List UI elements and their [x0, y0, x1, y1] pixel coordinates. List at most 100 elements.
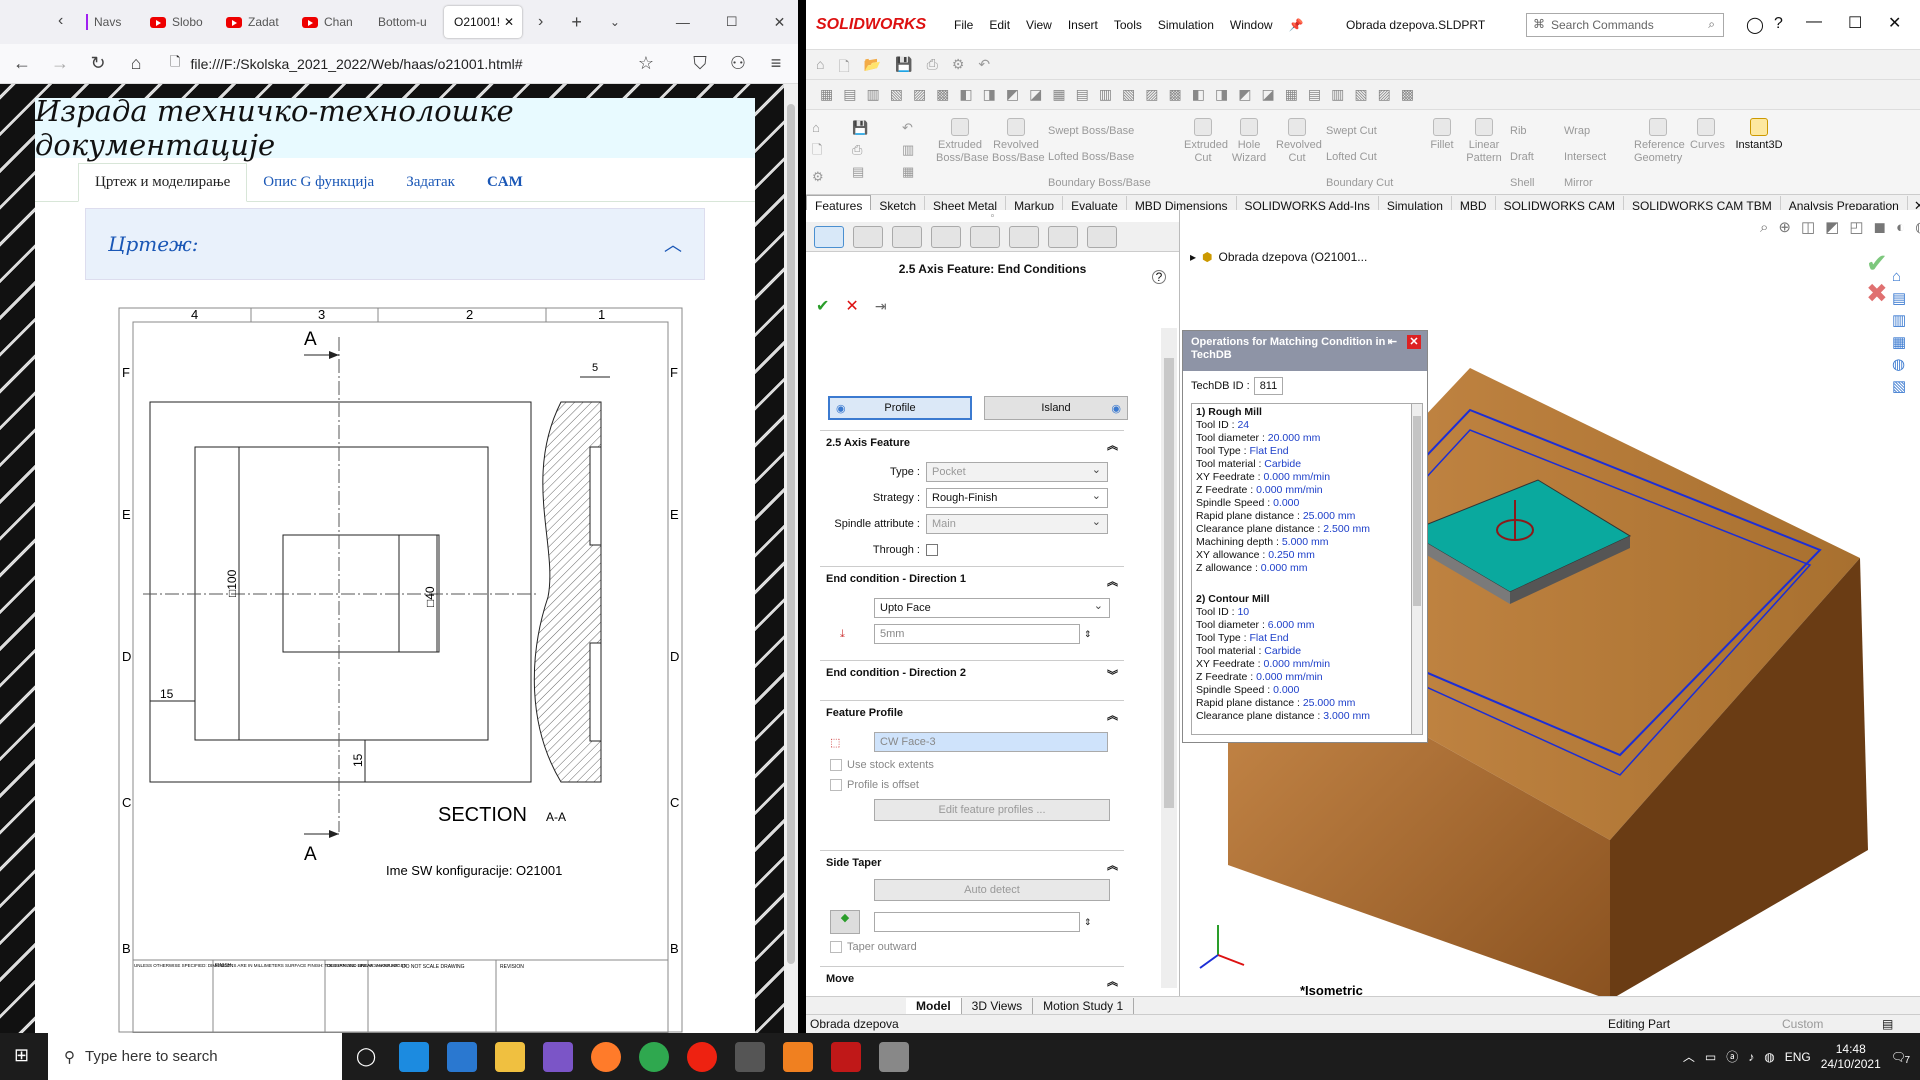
- curves-button[interactable]: Curves: [1686, 118, 1726, 194]
- scrollbar-thumb[interactable]: [1164, 358, 1174, 808]
- rib-button[interactable]: Rib: [1506, 118, 1560, 144]
- cmd-small-icon[interactable]: 🗋: [812, 141, 852, 163]
- cam-feature-manager-icon[interactable]: [814, 226, 844, 248]
- taper-outward-checkbox[interactable]: [830, 941, 842, 953]
- section-header[interactable]: End condition - Direction 1 ︽: [820, 567, 1124, 595]
- cam-tool-icon[interactable]: ▨: [913, 86, 926, 103]
- linear-pattern-button[interactable]: Linear Pattern: [1462, 118, 1506, 194]
- close-icon[interactable]: ✕: [1407, 335, 1421, 349]
- chrome-icon[interactable]: [639, 1041, 670, 1072]
- custom-properties-icon[interactable]: ▧: [1892, 377, 1916, 395]
- collapse-icon[interactable]: ︽: [1107, 573, 1118, 589]
- use-stock-checkbox[interactable]: [830, 759, 842, 771]
- cmd-small-icon[interactable]: ⎙: [852, 142, 902, 158]
- help-icon[interactable]: ?: [1774, 15, 1783, 33]
- display-style-icon[interactable]: ◼: [1874, 218, 1886, 236]
- forward-icon[interactable]: →: [50, 53, 70, 74]
- cmd-small-icon[interactable]: ⚙: [812, 169, 852, 185]
- cam-tool-icon[interactable]: ◧: [959, 86, 972, 103]
- swept-boss-button[interactable]: Swept Boss/Base: [1044, 118, 1180, 144]
- opera-icon[interactable]: [687, 1041, 718, 1072]
- hole-wizard-button[interactable]: Hole Wizard: [1226, 118, 1272, 194]
- instant3d-button[interactable]: Instant3D: [1726, 118, 1792, 194]
- depth-input[interactable]: 5mm: [874, 624, 1080, 644]
- browser-tab-active[interactable]: O21001! ✕: [444, 6, 522, 38]
- extruded-boss-button[interactable]: Extruded Boss/Base: [932, 118, 989, 194]
- maximize-icon[interactable]: ☐: [1848, 13, 1862, 33]
- viber-icon[interactable]: [543, 1041, 574, 1072]
- ime-icon[interactable]: ⓐ: [1726, 1048, 1738, 1065]
- minimize-icon[interactable]: —: [1806, 13, 1822, 31]
- sublime-icon[interactable]: [783, 1041, 814, 1072]
- tab-3d-views[interactable]: 3D Views: [962, 997, 1034, 1014]
- sw-resources-icon[interactable]: ⌂: [1892, 268, 1916, 285]
- media-player-icon[interactable]: [735, 1041, 766, 1072]
- task-view-icon[interactable]: ◯: [356, 1046, 376, 1067]
- browser-tab-slobo[interactable]: Slobo: [140, 6, 214, 38]
- edge-icon[interactable]: [399, 1041, 430, 1072]
- through-checkbox[interactable]: [926, 544, 938, 556]
- lofted-boss-button[interactable]: Lofted Boss/Base: [1044, 144, 1180, 170]
- firefox-icon[interactable]: [591, 1041, 622, 1072]
- property-manager-icon[interactable]: [892, 226, 922, 248]
- url-bar[interactable]: 🗋 file:///F:/Skolska_2021_2022/Web/haas/o…: [164, 48, 618, 80]
- tab-motion-study[interactable]: Motion Study 1: [1033, 997, 1135, 1014]
- zoom-fit-icon[interactable]: ⌕: [1760, 219, 1768, 236]
- expand-arrow-icon[interactable]: ▸: [1190, 250, 1196, 264]
- volume-icon[interactable]: ♪: [1748, 1050, 1754, 1064]
- cmd-small-icon[interactable]: ⌂: [812, 120, 852, 135]
- techdb-operations-list[interactable]: 1) Rough Mill Tool ID : 24 Tool diameter :…: [1191, 403, 1413, 735]
- cam-tool-icon[interactable]: ▩: [1169, 86, 1182, 103]
- collapse-icon[interactable]: ︽: [1107, 973, 1118, 989]
- windows-start-icon[interactable]: ⊞: [14, 1045, 29, 1066]
- status-options-icon[interactable]: ▤: [1882, 1017, 1893, 1031]
- cam-tool-icon[interactable]: ◩: [1238, 86, 1251, 103]
- options-gear-icon[interactable]: ⚙: [952, 56, 965, 80]
- cam-tool-icon[interactable]: ◪: [1029, 86, 1042, 103]
- back-icon[interactable]: ←: [12, 53, 32, 74]
- cam-tool-icon[interactable]: ◨: [1215, 86, 1228, 103]
- cam-tool-icon[interactable]: ▤: [1076, 86, 1089, 103]
- island-button[interactable]: Island ◉: [984, 396, 1128, 420]
- section-header[interactable]: End condition - Direction 2 ︾: [820, 661, 1124, 689]
- bookmark-star-icon[interactable]: ☆: [636, 53, 656, 74]
- new-file-icon[interactable]: 🗋: [838, 56, 849, 80]
- cam-tool-icon[interactable]: ▨: [1145, 86, 1158, 103]
- spinner-icon[interactable]: ⇕: [1084, 917, 1092, 928]
- close-icon[interactable]: ✕: [504, 15, 514, 29]
- pin-icon[interactable]: ⇤: [1388, 336, 1397, 349]
- cam-tool-icon[interactable]: ▥: [1331, 86, 1344, 103]
- view-palette-icon[interactable]: ▦: [1892, 333, 1916, 351]
- end-condition-select[interactable]: Upto Face: [874, 598, 1110, 618]
- draft-button[interactable]: Draft: [1506, 144, 1560, 170]
- drawing-accordion[interactable]: Цртеж: ︿: [85, 208, 705, 280]
- cam-tool-icon[interactable]: ▥: [1099, 86, 1112, 103]
- cmd-small-icon[interactable]: ▤: [852, 164, 902, 180]
- confirm-cancel-icon[interactable]: ✖: [1866, 278, 1888, 309]
- taper-angle-input[interactable]: [874, 912, 1080, 932]
- menu-view[interactable]: View: [1018, 18, 1060, 32]
- maximize-icon[interactable]: ☐: [726, 14, 738, 30]
- profile-offset-checkbox[interactable]: [830, 779, 842, 791]
- menu-insert[interactable]: Insert: [1060, 18, 1106, 32]
- scrollbar-thumb[interactable]: [787, 104, 795, 964]
- confirm-check-icon[interactable]: ✔: [1866, 248, 1888, 279]
- previous-view-icon[interactable]: ◫: [1801, 218, 1815, 236]
- section-header[interactable]: Move ︽: [820, 967, 1124, 995]
- file-explorer-icon[interactable]: [495, 1041, 526, 1072]
- mirror-button[interactable]: Mirror: [1560, 170, 1630, 196]
- spinner-icon[interactable]: ⇕: [1084, 629, 1092, 640]
- section-header[interactable]: Side Taper ︽: [820, 851, 1124, 879]
- menu-tools[interactable]: Tools: [1106, 18, 1150, 32]
- tree-root-item[interactable]: ▸ ⬢ Obrada dzepova (O21001...: [1190, 250, 1367, 264]
- close-window-icon[interactable]: ✕: [774, 14, 786, 31]
- spindle-select[interactable]: Main: [926, 514, 1108, 534]
- cmd-small-icon[interactable]: 💾: [852, 120, 902, 136]
- chevron-down-icon[interactable]: ⌄: [610, 15, 620, 29]
- ok-check-icon[interactable]: ✔: [816, 296, 829, 316]
- print-icon[interactable]: ⎙: [927, 56, 938, 80]
- cmd-small-icon[interactable]: ▦: [902, 164, 932, 180]
- cam-tool-icon[interactable]: ▩: [1401, 86, 1414, 103]
- scrollbar-thumb[interactable]: [1413, 416, 1421, 606]
- save-icon[interactable]: 💾: [895, 56, 912, 80]
